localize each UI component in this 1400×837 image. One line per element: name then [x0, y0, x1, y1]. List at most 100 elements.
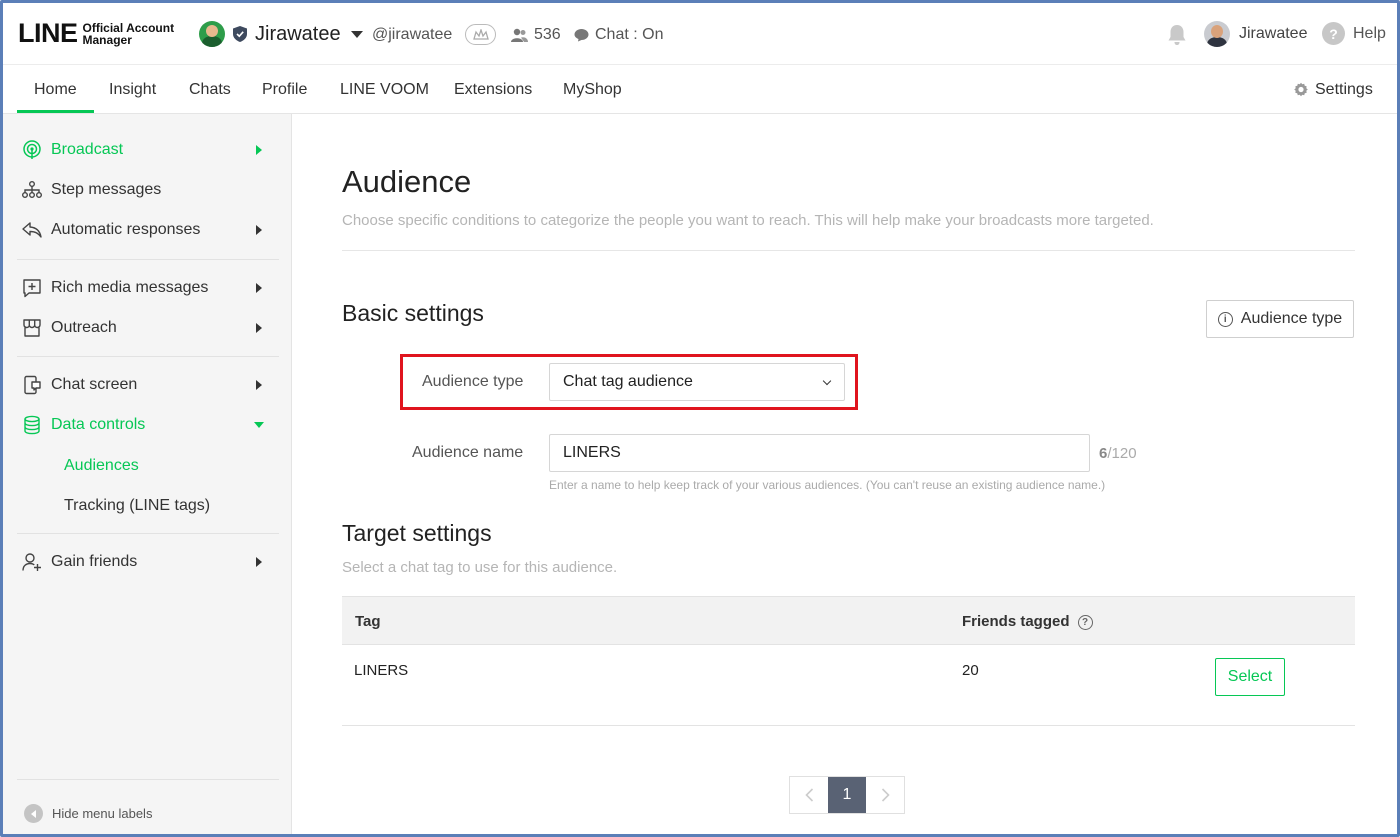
tab-home[interactable]: Home — [17, 81, 94, 113]
chevron-right-icon — [881, 788, 890, 802]
chevron-left-icon — [804, 788, 813, 802]
database-icon — [22, 415, 42, 435]
reply-icon — [22, 220, 42, 240]
tab-myshop[interactable]: MyShop — [563, 81, 622, 99]
question-icon[interactable]: ? — [1077, 614, 1093, 630]
main-nav: Home Insight Chats Profile LINE VOOM Ext… — [3, 65, 1397, 114]
chat-status[interactable]: Chat : On — [574, 26, 663, 44]
account-plan-badge-icon — [465, 24, 496, 45]
sidebar-item-step-messages[interactable]: Step messages — [22, 180, 272, 200]
hide-menu-labels-text: Hide menu labels — [52, 806, 153, 821]
chevron-right-icon — [256, 225, 262, 235]
sidebar-divider — [17, 259, 279, 260]
sidebar-item-label: Broadcast — [51, 141, 124, 158]
pagination-page-current[interactable]: 1 — [828, 777, 866, 813]
page-description: Choose specific conditions to categorize… — [342, 212, 1154, 229]
audience-type-value: Chat tag audience — [563, 373, 693, 390]
chevron-down-icon — [822, 376, 832, 386]
chat-bubble-icon — [574, 29, 589, 42]
tag-name-cell: LINERS — [354, 662, 409, 679]
page-title: Audience — [342, 164, 472, 199]
sidebar-item-outreach[interactable]: Outreach — [22, 318, 272, 338]
hierarchy-icon — [22, 180, 42, 200]
target-settings-description: Select a chat tag to use for this audien… — [342, 559, 618, 576]
account-switcher[interactable]: Jirawatee — [199, 21, 363, 47]
column-header-tag: Tag — [355, 613, 381, 630]
sidebar-item-label: Gain friends — [51, 553, 138, 570]
user-avatar — [1204, 21, 1230, 47]
storefront-icon — [22, 318, 42, 338]
help-icon: ? — [1322, 22, 1345, 45]
sidebar-subitem-audiences[interactable]: Audiences — [64, 457, 139, 475]
sidebar-subitem-tracking[interactable]: Tracking (LINE tags) — [64, 497, 210, 515]
audience-type-label: Audience type — [422, 373, 524, 390]
audience-type-select[interactable]: Chat tag audience — [549, 363, 845, 401]
sidebar: Broadcast Step messages Automatic respon… — [3, 114, 292, 834]
sidebar-item-label: Step messages — [51, 181, 162, 198]
sidebar-item-rich-media[interactable]: Rich media messages — [22, 278, 272, 298]
chevron-down-icon — [350, 30, 363, 38]
character-counter: 6/120 — [1099, 445, 1137, 462]
sidebar-item-label: Rich media messages — [51, 279, 209, 296]
sidebar-divider — [17, 533, 279, 534]
account-avatar — [199, 21, 225, 47]
sidebar-item-broadcast[interactable]: Broadcast — [22, 140, 272, 160]
info-icon: i — [1217, 311, 1233, 327]
line-oa-logo[interactable]: LINE Official Account Manager — [18, 18, 174, 49]
sidebar-item-data-controls[interactable]: Data controls — [22, 415, 272, 435]
tab-chats[interactable]: Chats — [189, 81, 231, 99]
friends-icon — [511, 28, 528, 42]
tab-profile[interactable]: Profile — [262, 81, 307, 99]
logo-subtitle-line2: Manager — [82, 32, 132, 47]
friends-tagged-cell: 20 — [962, 662, 979, 679]
character-max: /120 — [1107, 445, 1137, 462]
audience-name-input[interactable] — [549, 434, 1090, 472]
logo-wordmark: LINE — [18, 18, 78, 48]
tab-line-voom[interactable]: LINE VOOM — [340, 81, 429, 99]
user-menu[interactable]: Jirawatee — [1204, 21, 1307, 47]
sidebar-item-chat-screen[interactable]: Chat screen — [22, 375, 272, 395]
section-divider — [342, 250, 1355, 251]
chevron-right-icon — [256, 145, 262, 155]
pagination-next[interactable] — [866, 777, 904, 813]
help-label: Help — [1353, 24, 1386, 42]
target-settings-heading: Target settings — [342, 520, 492, 546]
phone-chat-icon — [22, 375, 42, 395]
select-tag-button[interactable]: Select — [1215, 658, 1285, 696]
column-header-friends-tagged-label: Friends tagged — [962, 613, 1070, 630]
audience-name-label: Audience name — [412, 444, 524, 461]
settings-label: Settings — [1315, 81, 1373, 98]
sidebar-item-label: Outreach — [51, 319, 117, 336]
tab-extensions[interactable]: Extensions — [454, 81, 532, 99]
chevron-down-icon — [254, 422, 264, 428]
audience-type-help-button[interactable]: i Audience type — [1206, 300, 1354, 338]
friend-count[interactable]: 536 — [511, 26, 561, 44]
main-content: Audience Choose specific conditions to c… — [292, 114, 1397, 834]
sidebar-item-label: Automatic responses — [51, 221, 201, 238]
gear-icon — [1294, 82, 1308, 97]
settings-link[interactable]: Settings — [1293, 81, 1373, 99]
pagination-prev[interactable] — [790, 777, 828, 813]
basic-settings-heading: Basic settings — [342, 300, 484, 326]
sidebar-divider — [17, 356, 279, 357]
sidebar-item-gain-friends[interactable]: Gain friends — [22, 552, 272, 572]
notification-bell-icon[interactable] — [1165, 23, 1189, 47]
sidebar-item-automatic-responses[interactable]: Automatic responses — [22, 220, 272, 240]
sidebar-item-label: Data controls — [51, 416, 146, 433]
pagination: 1 — [789, 776, 905, 814]
logo-subtitle: Official Account Manager — [83, 22, 175, 46]
chevron-right-icon — [256, 283, 262, 293]
table-header: Tag Friends tagged? — [342, 596, 1355, 645]
column-header-friends-tagged: Friends tagged? — [962, 613, 1093, 630]
tab-insight[interactable]: Insight — [109, 81, 156, 99]
audience-type-help-label: Audience type — [1240, 310, 1343, 327]
sidebar-divider — [17, 779, 279, 780]
table-bottom-divider — [342, 725, 1355, 726]
friend-count-value: 536 — [534, 26, 561, 43]
verified-shield-icon — [233, 26, 247, 42]
sidebar-item-label: Chat screen — [51, 376, 138, 393]
help-link[interactable]: ? Help — [1322, 22, 1386, 45]
chevron-right-icon — [256, 323, 262, 333]
hide-menu-labels-toggle[interactable]: Hide menu labels — [24, 804, 152, 823]
account-name: Jirawatee — [255, 22, 341, 45]
